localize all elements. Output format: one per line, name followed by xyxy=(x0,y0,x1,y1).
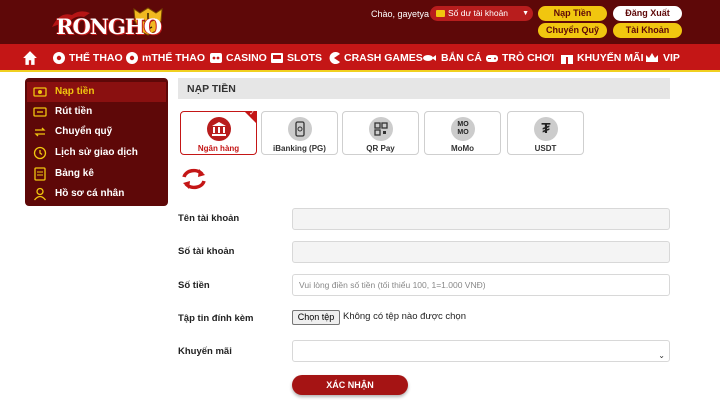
amount-label: Số tiền xyxy=(178,280,210,291)
logout-button[interactable]: Đăng Xuất xyxy=(613,6,682,21)
payment-method-momo[interactable]: MO MO MoMo xyxy=(424,111,501,155)
nav-item-slots[interactable]: SLOTS xyxy=(270,44,322,72)
sidebar-item-label: Rút tiền xyxy=(55,106,93,117)
page-title: NẠP TIỀN xyxy=(187,83,236,95)
wallet-icon xyxy=(436,10,445,18)
sidebar-item-statement[interactable]: Bảng kê xyxy=(27,164,166,184)
casino-icon xyxy=(210,53,222,64)
sidebar-item-profile[interactable]: Hồ sơ cá nhân xyxy=(27,184,166,204)
crown-icon xyxy=(646,53,658,63)
payment-method-bank[interactable]: ✓ Ngân hàng xyxy=(180,110,257,155)
amount-input[interactable]: Vui lòng điền số tiền (tối thiểu 100, 1=… xyxy=(292,274,670,296)
deposit-button[interactable]: Nạp Tiền xyxy=(538,6,607,21)
confirm-button[interactable]: XÁC NHẬN xyxy=(292,375,408,395)
site-logo[interactable]: RONGHO xyxy=(50,5,174,39)
history-icon xyxy=(33,146,47,160)
nav-item-crash-games[interactable]: CRASH GAMES xyxy=(327,44,423,72)
deposit-icon xyxy=(33,87,47,97)
sidebar-item-withdraw[interactable]: Rút tiền xyxy=(27,102,166,122)
payment-method-ibanking[interactable]: iBanking (PG) xyxy=(261,111,338,155)
nav-home[interactable] xyxy=(22,44,41,72)
logo-text: RONGHO xyxy=(56,14,162,39)
nav-item-vip[interactable]: VIP xyxy=(644,44,680,72)
tether-icon: ₮ xyxy=(534,117,558,141)
sidebar-item-deposit[interactable]: Nạp tiền xyxy=(27,82,166,102)
nav-item-promotions[interactable]: KHUYẾN MÃI xyxy=(560,44,644,72)
main-nav: THỂ THAO mTHỂ THAO CASINO SLOTS CRASH GA… xyxy=(0,44,720,72)
balance-label: Số dư tài khoản xyxy=(448,8,509,18)
sidebar-item-label: Hồ sơ cá nhân xyxy=(55,188,125,199)
top-header: RONGHO Chào, gayetya Số dư tài khoản ▼ N… xyxy=(0,0,720,44)
sidebar-item-label: Chuyển quỹ xyxy=(55,126,113,137)
transfer-icon xyxy=(34,127,46,137)
nav-label: VIP xyxy=(663,52,680,64)
nav-item-casino[interactable]: CASINO xyxy=(209,44,267,72)
chevron-down-icon: ▼ xyxy=(522,10,529,17)
soccer-ball-icon xyxy=(126,52,138,65)
transfer-button[interactable]: Chuyển Quỹ xyxy=(538,23,607,38)
mobile-banking-icon xyxy=(288,117,312,141)
payment-method-usdt[interactable]: ₮ USDT xyxy=(507,111,584,155)
account-number-field[interactable] xyxy=(292,241,670,263)
sidebar-item-label: Nạp tiền xyxy=(55,86,95,97)
gamepad-icon xyxy=(486,55,498,63)
payment-method-qr[interactable]: QR Pay xyxy=(342,111,419,155)
nav-item-fishing[interactable]: BẮN CÁ xyxy=(420,44,482,72)
file-status-text: Không có tệp nào được chọn xyxy=(343,311,466,322)
sidebar-item-transfer[interactable]: Chuyển quỹ xyxy=(27,122,166,142)
nav-item-sports[interactable]: THỂ THAO xyxy=(52,44,123,72)
nav-label: mTHỂ THAO xyxy=(142,52,205,64)
payment-method-label: USDT xyxy=(534,144,557,153)
balance-dropdown[interactable]: Số dư tài khoản ▼ xyxy=(430,6,533,21)
nav-label: THỂ THAO xyxy=(69,52,123,64)
nav-label: TRÒ CHƠI xyxy=(502,52,555,64)
nav-label: BẮN CÁ xyxy=(441,52,482,64)
account-name-label: Tên tài khoản xyxy=(178,213,240,224)
user-icon xyxy=(33,187,47,201)
withdraw-icon xyxy=(33,107,47,117)
payment-method-label: MoMo xyxy=(450,144,475,153)
qr-code-icon xyxy=(369,117,393,141)
user-greeting: Chào, gayetya xyxy=(371,9,430,19)
account-button[interactable]: Tài Khoản xyxy=(613,23,682,38)
bank-icon xyxy=(207,117,231,141)
soccer-ball-icon xyxy=(53,52,65,65)
page-title-bar: NẠP TIỀN xyxy=(178,78,670,99)
nav-item-msports[interactable]: mTHỂ THAO xyxy=(125,44,205,72)
payment-method-label: QR Pay xyxy=(366,144,395,153)
sidebar-item-label: Bảng kê xyxy=(55,168,94,179)
pacman-icon xyxy=(329,52,340,65)
payment-method-label: Ngân hàng xyxy=(197,144,240,153)
payment-method-label: iBanking (PG) xyxy=(273,144,326,153)
chevron-down-icon: ⌄ xyxy=(658,351,665,360)
attachment-label: Tập tin đính kèm xyxy=(178,313,254,324)
home-icon xyxy=(23,51,37,66)
account-number-label: Số tài khoản xyxy=(178,246,235,257)
check-icon: ✓ xyxy=(249,110,255,117)
gift-icon xyxy=(561,54,573,65)
nav-item-games[interactable]: TRÒ CHƠI xyxy=(485,44,554,72)
slot-machine-icon xyxy=(271,53,283,64)
promo-label: Khuyến mãi xyxy=(178,346,232,357)
nav-label: SLOTS xyxy=(287,52,323,64)
nav-label: KHUYẾN MÃI xyxy=(577,52,644,64)
sidebar-item-label: Lịch sử giao dịch xyxy=(55,147,138,158)
refresh-icon[interactable] xyxy=(180,167,208,191)
account-sidebar: Nạp tiền Rút tiền Chuyển quỹ Lịch sử gia… xyxy=(25,78,168,206)
account-name-field[interactable] xyxy=(292,208,670,230)
promo-select[interactable]: ⌄ xyxy=(292,340,670,362)
sidebar-item-history[interactable]: Lịch sử giao dịch xyxy=(27,143,166,163)
fish-icon xyxy=(423,55,436,62)
choose-file-button[interactable]: Chọn tệp xyxy=(292,310,340,325)
statement-icon xyxy=(34,167,46,181)
momo-icon: MO MO xyxy=(451,117,475,141)
nav-label: CRASH GAMES xyxy=(344,52,423,64)
nav-label: CASINO xyxy=(226,52,267,64)
